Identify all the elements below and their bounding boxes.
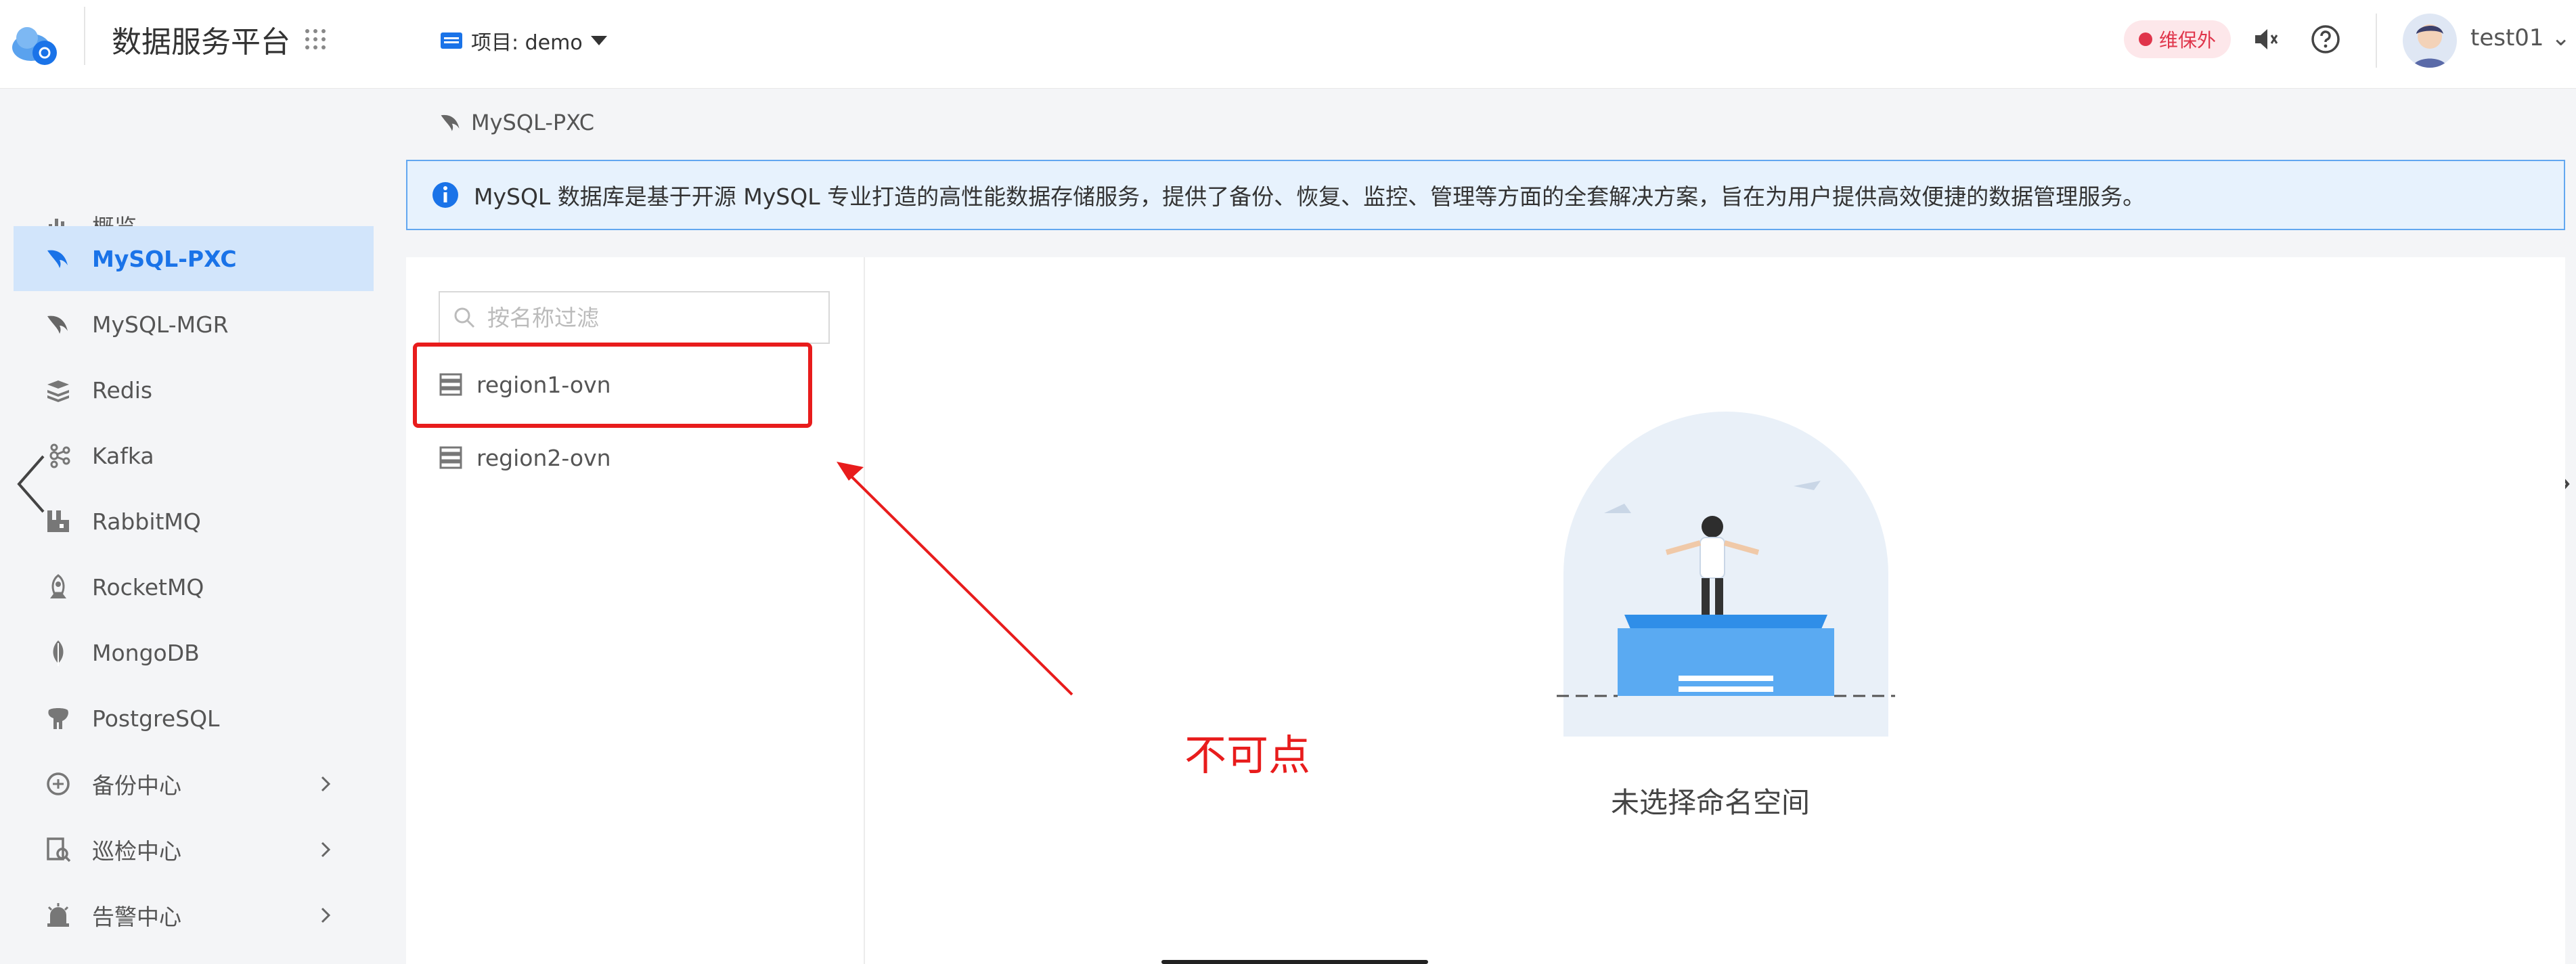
- sidebar-item-label: MySQL-MGR: [92, 311, 229, 338]
- chevron-right-icon: [321, 907, 331, 923]
- breadcrumb: MySQL-PXC: [439, 110, 594, 135]
- project-selector[interactable]: 项目: demo: [440, 26, 607, 56]
- user-avatar-icon: [2412, 24, 2447, 68]
- sidebar-item-rabbitmq[interactable]: RabbitMQ: [14, 489, 374, 554]
- speaker-mute-icon[interactable]: [2252, 26, 2280, 53]
- sidebar-item-label: MongoDB: [92, 639, 200, 666]
- maintenance-label: 维保外: [2159, 29, 2217, 51]
- sidebar-item-inspection[interactable]: 巡检中心: [14, 817, 374, 882]
- breadcrumb-label: MySQL-PXC: [471, 110, 595, 135]
- inspection-icon: [47, 837, 71, 862]
- sidebar-item-mongodb[interactable]: MongoDB: [14, 620, 374, 685]
- dolphin-icon: [441, 114, 460, 131]
- folder-icon: [441, 32, 462, 49]
- sidebar-item-mysql-mgr[interactable]: MySQL-MGR: [14, 292, 374, 357]
- avatar[interactable]: [2403, 14, 2457, 68]
- bottom-scroll-bar: [1161, 960, 1428, 964]
- rabbitmq-icon: [47, 510, 69, 532]
- alarm-icon: [47, 903, 69, 927]
- info-banner: MySQL 数据库是基于开源 MySQL 专业打造的高性能数据存储服务，提供了备…: [406, 160, 2565, 230]
- sidebar-item-label: RocketMQ: [92, 573, 204, 600]
- elephant-icon: [48, 708, 68, 729]
- dolphin-icon: [47, 250, 68, 268]
- chevron-right-icon: [321, 841, 331, 858]
- chevron-left-icon[interactable]: [15, 454, 49, 514]
- username: test01: [2470, 24, 2544, 51]
- user-menu-chevron: ⌄: [2551, 24, 2571, 51]
- chevron-right-icon: [321, 776, 331, 792]
- shield-icon: [2139, 32, 2152, 46]
- sidebar-item-mysql-pxc[interactable]: MySQL-PXC: [14, 226, 374, 291]
- sidebar-item-label: PostgreSQL: [92, 705, 220, 732]
- rocket-icon: [50, 574, 66, 598]
- dolphin-icon: [47, 315, 68, 334]
- sidebar-item-backup[interactable]: 备份中心: [14, 751, 374, 816]
- sidebar-item-label: Kafka: [92, 442, 154, 469]
- redis-icon: [47, 380, 69, 402]
- sidebar-item-kafka[interactable]: Kafka: [14, 423, 374, 488]
- info-text: MySQL 数据库是基于开源 MySQL 专业打造的高性能数据存储服务，提供了备…: [474, 183, 2146, 210]
- cloud-logo-icon[interactable]: [7, 14, 64, 70]
- annotation-note: 不可点: [1184, 730, 1311, 780]
- backup-icon: [47, 772, 70, 795]
- logo-divider: [84, 7, 85, 65]
- project-label: 项目: demo: [471, 31, 583, 55]
- empty-state-illustration: [1557, 412, 1895, 737]
- sidebar-item-alarm[interactable]: 告警中心: [14, 883, 374, 948]
- sidebar: 概览 MySQL-PXC MySQL-MGR Redis Kafka Rabbi…: [0, 89, 379, 964]
- empty-state-text: 未选择命名空间: [1611, 786, 1811, 819]
- kafka-icon: [49, 443, 70, 468]
- top-bar: 数据服务平台 项目: demo 维保外 test01 ⌄: [0, 0, 2576, 89]
- info-icon: [432, 182, 458, 208]
- user-menu[interactable]: test01 ⌄: [2470, 24, 2571, 51]
- sidebar-item-postgresql[interactable]: PostgreSQL: [14, 686, 374, 751]
- apps-grid-icon[interactable]: [303, 27, 328, 51]
- sidebar-item-label: 巡检中心: [92, 838, 181, 864]
- annotation-arrow: [837, 462, 1073, 696]
- sidebar-item-label: Redis: [92, 376, 153, 403]
- sidebar-item-rocketmq[interactable]: RocketMQ: [14, 554, 374, 619]
- app-title: 数据服务平台: [112, 25, 290, 60]
- sidebar-item-label: 备份中心: [92, 772, 181, 799]
- leaf-icon: [53, 640, 64, 666]
- caret-down-icon: [590, 36, 607, 45]
- sidebar-item-label: RabbitMQ: [92, 508, 201, 535]
- sidebar-item-redis[interactable]: Redis: [14, 357, 374, 422]
- header-divider: [2376, 14, 2377, 68]
- maintenance-badge[interactable]: 维保外: [2124, 20, 2231, 58]
- sidebar-item-label: 告警中心: [92, 904, 181, 930]
- help-icon[interactable]: [2311, 24, 2340, 54]
- sidebar-item-label: MySQL-PXC: [92, 245, 237, 272]
